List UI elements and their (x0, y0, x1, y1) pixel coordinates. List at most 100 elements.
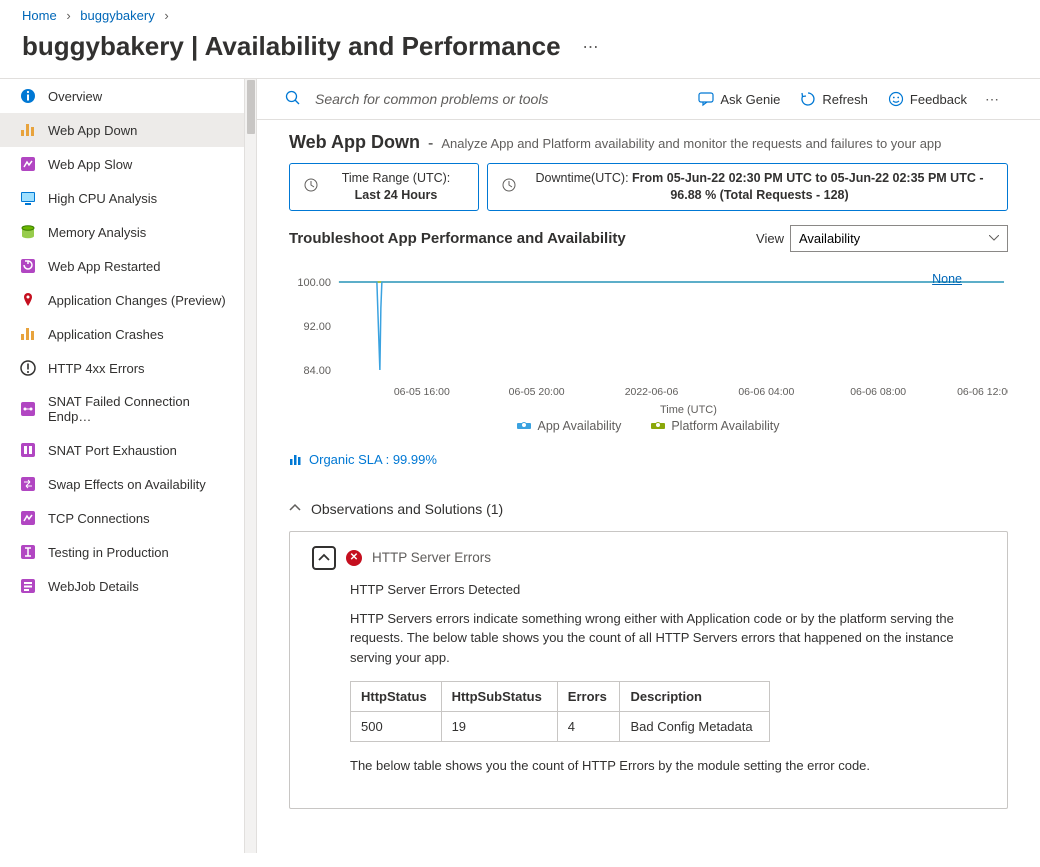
sidebar-item-web-app-down[interactable]: Web App Down (0, 113, 244, 147)
pin-icon (20, 292, 36, 308)
sidebar-item-label: TCP Connections (48, 511, 150, 526)
breadcrumb-home[interactable]: Home (22, 8, 57, 23)
sidebar-item-label: High CPU Analysis (48, 191, 157, 206)
availability-chart: None 100.00 92.00 84.00 06-05 16:00 06-0… (289, 268, 1008, 418)
breadcrumb-sep-icon: › (66, 8, 70, 23)
sidebar-item-label: SNAT Port Exhaustion (48, 443, 177, 458)
svg-text:84.00: 84.00 (303, 365, 330, 377)
breadcrumb-sep-icon: › (164, 8, 168, 23)
page-title: buggybakery | Availability and Performan… (22, 31, 561, 62)
svg-text:92.00: 92.00 (303, 321, 330, 333)
sidebar-item-crashes[interactable]: Application Crashes (0, 317, 244, 351)
sidebar-scrollbar[interactable] (244, 79, 256, 853)
svg-text:Time (UTC): Time (UTC) (660, 404, 717, 416)
refresh-icon (800, 91, 816, 107)
sidebar-item-testing[interactable]: Testing in Production (0, 535, 244, 569)
sidebar-item-web-app-slow[interactable]: Web App Slow (0, 147, 244, 181)
section-desc: Analyze App and Platform availability an… (441, 136, 941, 151)
sidebar-item-label: Web App Down (48, 123, 137, 138)
title-more-icon[interactable]: ⋯ (577, 37, 605, 57)
sla-link[interactable]: Organic SLA : 99.99% (289, 452, 437, 467)
observation-title: HTTP Server Errors (372, 550, 491, 565)
error-circle-icon (20, 360, 36, 376)
view-label: View (756, 231, 784, 246)
sidebar-item-snat-port[interactable]: SNAT Port Exhaustion (0, 433, 244, 467)
clock-icon (304, 178, 318, 195)
table-header: HttpStatus (351, 682, 442, 712)
snat-icon (20, 401, 36, 417)
sidebar-item-label: Web App Restarted (48, 259, 161, 274)
sidebar-item-webjob[interactable]: WebJob Details (0, 569, 244, 603)
info-icon (20, 88, 36, 104)
table-row: 500 19 4 Bad Config Metadata (351, 712, 770, 742)
clock-icon (502, 178, 516, 195)
observation-paragraph: The below table shows you the count of H… (350, 756, 973, 776)
webjob-icon (20, 578, 36, 594)
sidebar-item-restarted[interactable]: Web App Restarted (0, 249, 244, 283)
sidebar-item-label: Application Crashes (48, 327, 164, 342)
error-badge-icon: ✕ (346, 550, 362, 566)
table-header: Description (620, 682, 770, 712)
swap-icon (20, 476, 36, 492)
sidebar-item-overview[interactable]: Overview (0, 79, 244, 113)
observation-paragraph: HTTP Servers errors indicate something w… (350, 609, 973, 668)
ask-genie-button[interactable]: Ask Genie (692, 87, 786, 111)
sidebar-item-swap[interactable]: Swap Effects on Availability (0, 467, 244, 501)
section-title: Web App Down (289, 132, 420, 153)
search-input[interactable] (315, 91, 684, 107)
sidebar-item-label: Testing in Production (48, 545, 169, 560)
sidebar-item-high-cpu[interactable]: High CPU Analysis (0, 181, 244, 215)
toolbar: Ask Genie Refresh Feedback ⋯ (257, 79, 1040, 119)
bar-chart-icon (289, 452, 303, 466)
downtime-pill[interactable]: Downtime(UTC): From 05-Jun-22 02:30 PM U… (487, 163, 1008, 211)
slow-icon (20, 156, 36, 172)
observations-header[interactable]: Observations and Solutions (1) (289, 501, 1008, 517)
sidebar-item-label: Memory Analysis (48, 225, 146, 240)
bar-chart-icon (20, 326, 36, 342)
restart-icon (20, 258, 36, 274)
testing-icon (20, 544, 36, 560)
breadcrumb-item[interactable]: buggybakery (80, 8, 154, 23)
collapse-button[interactable] (312, 546, 336, 570)
legend-platform: Platform Availability (651, 419, 779, 433)
svg-text:06-05 20:00: 06-05 20:00 (509, 387, 565, 398)
svg-text:06-05 16:00: 06-05 16:00 (394, 387, 450, 398)
errors-table: HttpStatus HttpSubStatus Errors Descript… (350, 681, 770, 742)
cpu-monitor-icon (20, 190, 36, 206)
breadcrumb: Home › buggybakery › (0, 0, 1040, 27)
smile-icon (888, 91, 904, 107)
sidebar-item-label: WebJob Details (48, 579, 139, 594)
sidebar-item-label: SNAT Failed Connection Endp… (48, 394, 230, 424)
chat-icon (698, 91, 714, 107)
sidebar-item-memory[interactable]: Memory Analysis (0, 215, 244, 249)
time-range-pill[interactable]: Time Range (UTC): Last 24 Hours (289, 163, 479, 211)
sidebar-item-label: Swap Effects on Availability (48, 477, 206, 492)
memory-icon (20, 224, 36, 240)
sidebar-item-label: Application Changes (Preview) (48, 293, 226, 308)
sidebar: Overview Web App Down Web App Slow High … (0, 78, 257, 853)
view-select[interactable]: Availability (790, 225, 1008, 252)
svg-text:06-06 12:00: 06-06 12:00 (957, 387, 1008, 398)
svg-text:06-06 08:00: 06-06 08:00 (850, 387, 906, 398)
svg-text:06-06 04:00: 06-06 04:00 (738, 387, 794, 398)
tcp-icon (20, 510, 36, 526)
bar-chart-icon (20, 122, 36, 138)
toolbar-more-icon[interactable]: ⋯ (981, 91, 1004, 108)
refresh-button[interactable]: Refresh (794, 87, 874, 111)
svg-text:2022-06-06: 2022-06-06 (625, 387, 679, 398)
table-header: Errors (557, 682, 620, 712)
sidebar-item-app-changes[interactable]: Application Changes (Preview) (0, 283, 244, 317)
sidebar-item-tcp[interactable]: TCP Connections (0, 501, 244, 535)
legend-app: App Availability (517, 419, 621, 433)
sidebar-item-snat-failed[interactable]: SNAT Failed Connection Endp… (0, 385, 244, 433)
observation-card: ✕ HTTP Server Errors HTTP Server Errors … (289, 531, 1008, 809)
observation-subheading: HTTP Server Errors Detected (350, 582, 973, 597)
chevron-up-icon (289, 501, 301, 517)
snat-icon (20, 442, 36, 458)
chart-none-link[interactable]: None (932, 272, 962, 286)
table-header: HttpSubStatus (441, 682, 557, 712)
feedback-button[interactable]: Feedback (882, 87, 973, 111)
sidebar-item-http4xx[interactable]: HTTP 4xx Errors (0, 351, 244, 385)
sidebar-item-label: HTTP 4xx Errors (48, 361, 145, 376)
svg-text:100.00: 100.00 (297, 277, 331, 289)
